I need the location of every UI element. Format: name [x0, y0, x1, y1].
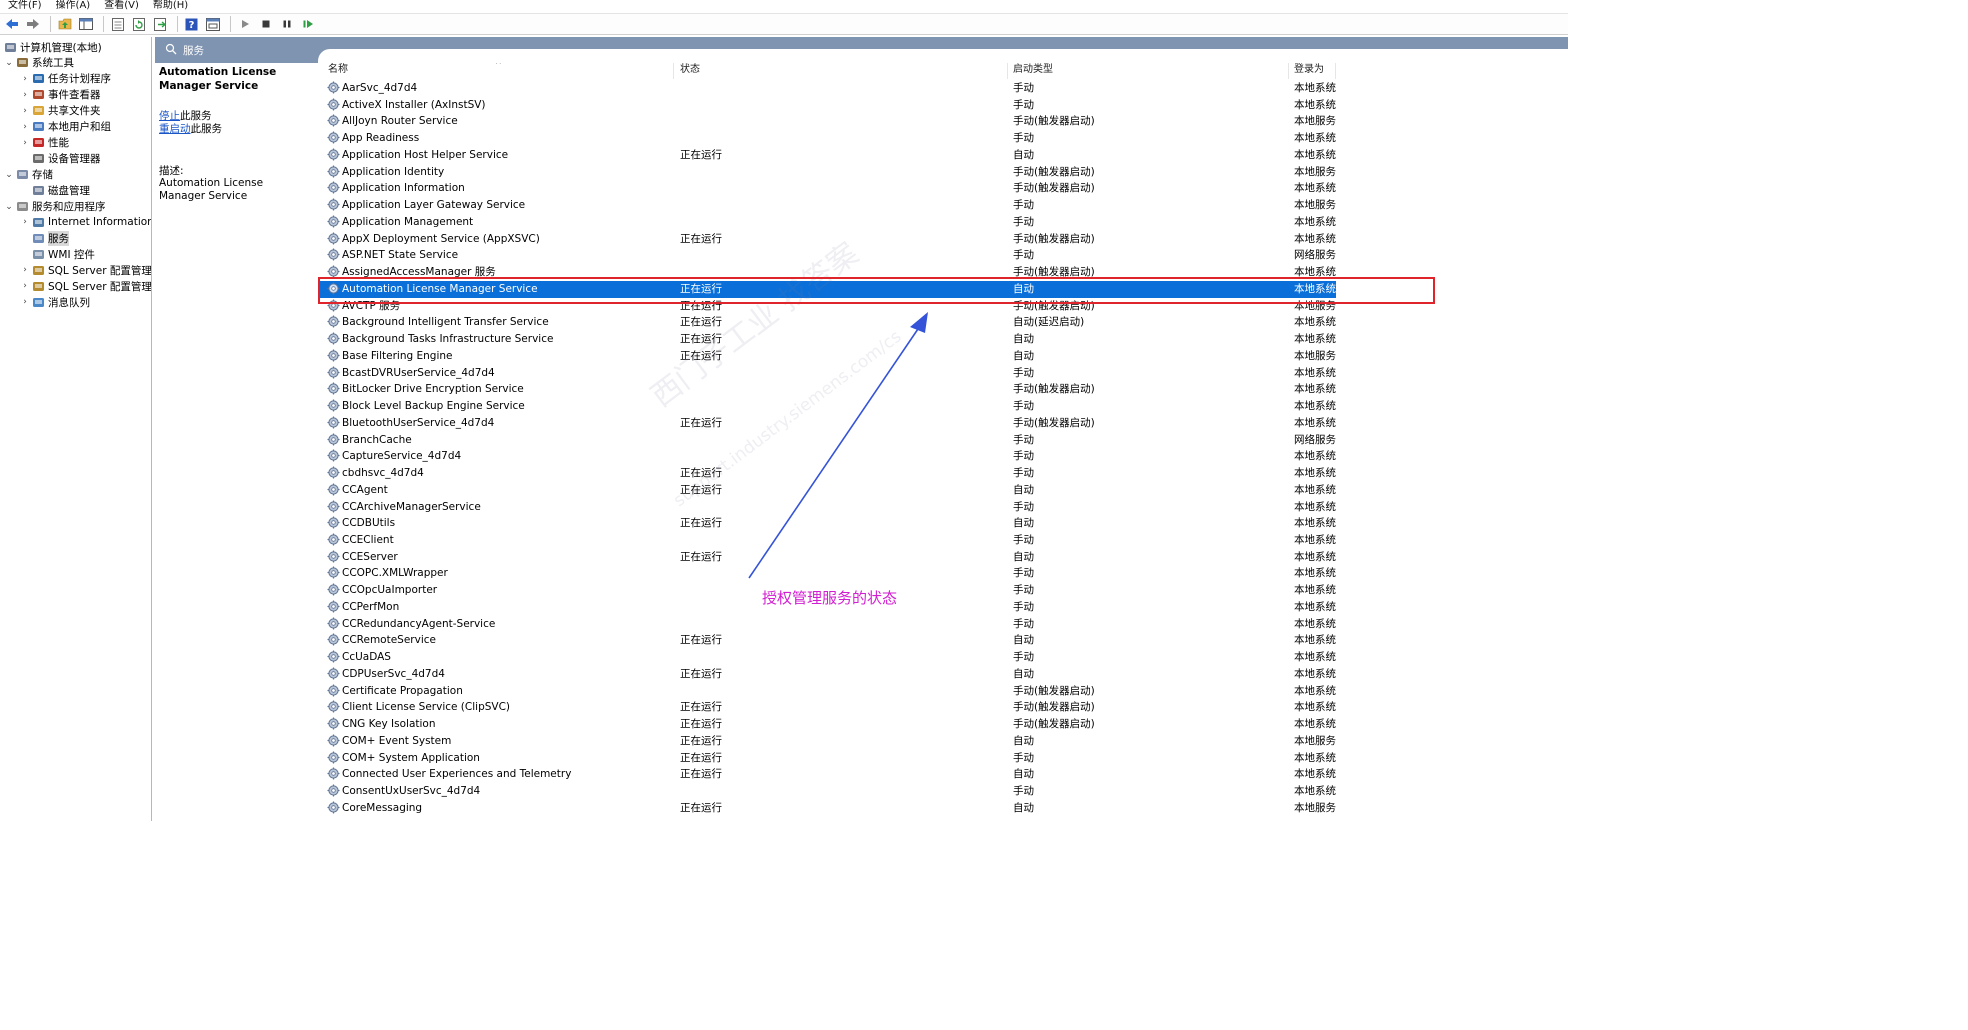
annotation-label: 授权管理服务的状态 — [762, 589, 898, 607]
annotation-arrow — [748, 312, 928, 579]
